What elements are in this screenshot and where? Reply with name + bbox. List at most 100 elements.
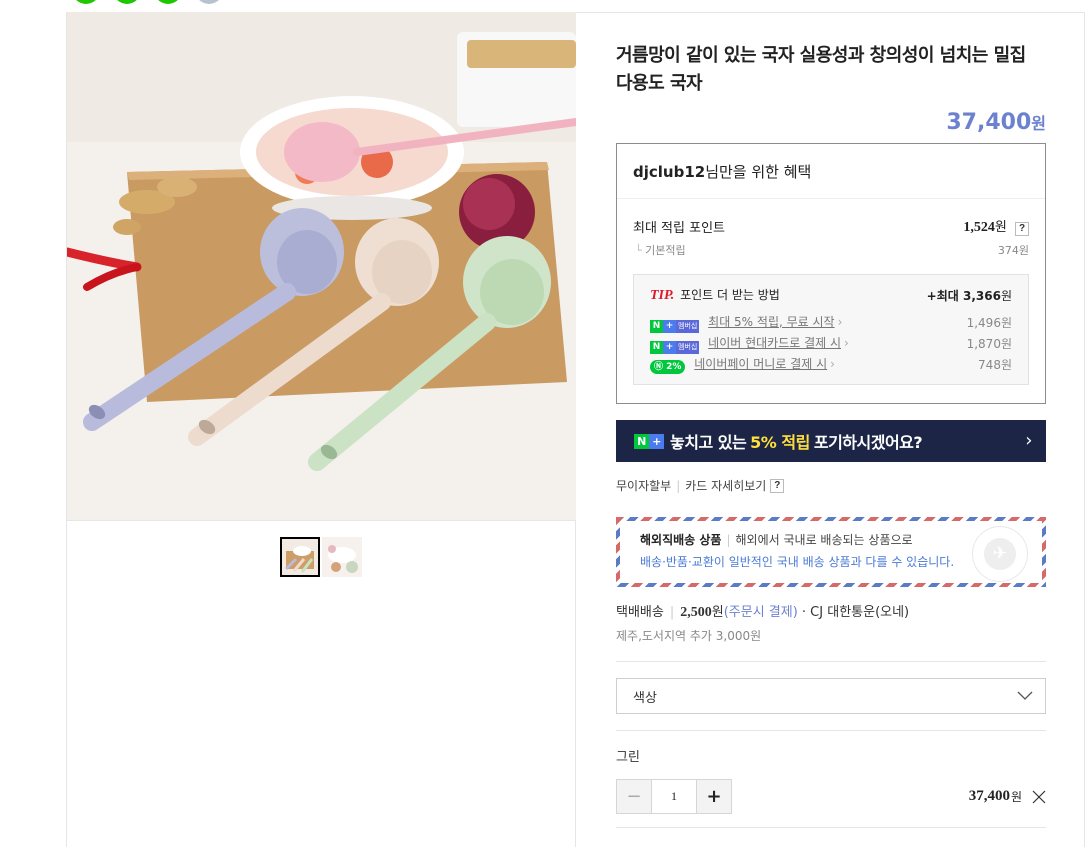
overseas-note: 배송·반품·교환이 일반적인 국내 배송 상품과 다를 수 있습니다.	[640, 555, 955, 569]
tip-text: 포인트 더 받는 방법	[680, 288, 780, 302]
tip-title-group: TIP. 포인트 더 받는 방법	[650, 286, 780, 304]
divider: |	[669, 605, 675, 620]
tip-row-label[interactable]: 최대 5% 적립, 무료 시작	[708, 315, 842, 329]
benefit-username: djclub12	[633, 163, 706, 181]
card-help-icon[interactable]: ?	[770, 478, 785, 493]
benefit-header: djclub12님만을 위한 혜택	[617, 144, 1045, 199]
thumbnail-1[interactable]	[280, 537, 320, 577]
tip-max-unit: 원	[1000, 288, 1012, 303]
tab-dot[interactable]	[195, 0, 223, 4]
card-details-link[interactable]: 카드 자세히보기	[685, 477, 766, 494]
tip-row-left: Ⓝ 2% 네이버페이 머니로 결제 시	[650, 355, 835, 374]
max-points-value: 1,524	[963, 220, 995, 235]
divider	[616, 730, 1046, 731]
option-price-unit: 원	[1010, 790, 1022, 804]
airplane-icon: ✈	[984, 538, 1016, 570]
option-price-value: 37,400	[968, 788, 1010, 804]
tip-row-left: N + 멤버십 네이버 현대카드로 결제 시	[650, 334, 849, 354]
shipping-extra-fee: 제주,도서지역 추가 3,000원	[616, 629, 762, 643]
naver-plus-badge: N + 멤버십	[650, 340, 700, 354]
shipping-fee: 2,500	[680, 605, 712, 620]
shipping-pay-note: (주문시 결제)	[723, 605, 798, 620]
top-tab-indicators	[72, 0, 223, 4]
overseas-title-line: 해외직배송 상품 | 해외에서 국내로 배송되는 상품으로	[640, 531, 1022, 548]
quantity-input[interactable]: 1	[652, 780, 696, 813]
increase-quantity-button[interactable]: +	[696, 780, 731, 813]
naver-plus-badge: N + 멤버십	[650, 319, 700, 333]
tip-row-label[interactable]: 네이버 현대카드로 결제 시	[708, 336, 849, 350]
divider	[616, 827, 1046, 828]
base-points-value: 374원	[997, 244, 1029, 257]
tip-row-value: 1,496원	[966, 316, 1012, 330]
chevron-down-icon	[1017, 691, 1033, 700]
membership-badge-label: 멤버십	[676, 319, 700, 333]
banner-text-1: 놓치고 있는	[670, 433, 747, 452]
base-points-row: 기본적립 374원	[617, 236, 1045, 258]
naver-n-icon: N	[634, 433, 649, 449]
tab-dot[interactable]	[113, 0, 141, 4]
tip-max-prefix: +최대	[926, 288, 959, 303]
thumbnail-image	[282, 539, 318, 575]
banner-text-2: 포기하시겠어요?	[813, 433, 923, 452]
member-benefit-box: djclub12님만을 위한 혜택 최대 적립 포인트 1,524원 ? 기본적…	[616, 143, 1046, 404]
tip-row-value: 1,870원	[966, 337, 1012, 351]
tip-row-value: 748원	[978, 358, 1012, 372]
overseas-desc: 해외에서 국내로 배송되는 상품으로	[735, 533, 913, 547]
banner-highlight: 5% 적립	[750, 433, 810, 452]
selected-option-name: 그린	[616, 750, 640, 765]
tab-dot[interactable]	[154, 0, 182, 4]
shipping-method: 택배배송	[616, 605, 664, 620]
quantity-stepper: − 1 +	[616, 779, 732, 814]
shipping-fee-unit: 원	[711, 605, 724, 620]
thumbnail-2[interactable]	[322, 537, 362, 577]
ladles-photo	[67, 12, 576, 520]
decrease-quantity-button[interactable]: −	[617, 780, 652, 813]
card-info-row: 무이자할부 | 카드 자세히보기 ?	[616, 477, 1046, 494]
tab-dot[interactable]	[72, 0, 100, 4]
page-right-border	[1084, 12, 1085, 847]
color-option-select[interactable]: 색상	[616, 678, 1046, 714]
price-unit: 원	[1031, 114, 1046, 133]
shipping-courier: · CJ 대한통운(오네)	[801, 605, 910, 620]
price-value: 37,400	[946, 110, 1032, 135]
plus-icon: +	[663, 319, 676, 333]
product-price: 37,400원	[616, 110, 1046, 135]
shipping-info: 택배배송 | 2,500원(주문시 결제) · CJ 대한통운(오네)	[616, 601, 1046, 621]
chevron-right-icon: ›	[1025, 430, 1032, 451]
naver-n-icon: N	[650, 319, 663, 333]
divider: |	[676, 478, 681, 493]
option-line-price: 37,400 원	[969, 788, 1046, 805]
max-points-unit: 원	[994, 220, 1007, 235]
tip-max-group: +최대 3,366원	[927, 287, 1012, 304]
product-info-panel: 거름망이 같이 있는 국자 실용성과 창의성이 넘치는 밀집 다용도 국자 37…	[616, 12, 1046, 828]
tip-row-naverpay[interactable]: Ⓝ 2% 네이버페이 머니로 결제 시 748원	[650, 354, 1012, 375]
product-title: 거름망이 같이 있는 국자 실용성과 창의성이 넘치는 밀집 다용도 국자	[616, 45, 1026, 94]
benefit-header-text: 님만을 위한 혜택	[705, 163, 812, 181]
divider	[616, 661, 1046, 662]
tip-row-label[interactable]: 네이버페이 머니로 결제 시	[694, 357, 835, 371]
installment-link[interactable]: 무이자할부	[616, 477, 671, 494]
points-help-icon[interactable]: ?	[1015, 222, 1029, 236]
tip-word: TIP.	[650, 288, 675, 303]
membership-badge-label: 멤버십	[676, 340, 700, 354]
product-image-panel	[66, 12, 576, 847]
airmail-stamp-icon: ✈	[972, 526, 1028, 582]
plus-icon: +	[649, 433, 664, 449]
tip-header: TIP. 포인트 더 받는 방법 +최대 3,366원	[650, 286, 1012, 304]
max-points-value-group: 1,524원 ?	[963, 216, 1029, 236]
product-main-image[interactable]	[67, 12, 576, 521]
plus-icon: +	[663, 340, 676, 354]
thumbnail-strip	[280, 537, 362, 577]
remove-option-close-icon[interactable]	[1032, 790, 1046, 804]
overseas-shipping-notice: 해외직배송 상품 | 해외에서 국내로 배송되는 상품으로 배송·반품·교환이 일반…	[616, 517, 1046, 587]
tip-row-left: N + 멤버십 최대 5% 적립, 무료 시작	[650, 313, 842, 333]
tip-max-value: 3,366	[962, 288, 1001, 303]
membership-promo-banner[interactable]: N + 놓치고 있는 5% 적립 포기하시겠어요? ›	[616, 420, 1046, 462]
tip-row-membership[interactable]: N+멤버십 최대 5% 적립, 무료 시작 1,496원	[650, 312, 1012, 333]
tip-row-hyundai-card[interactable]: N+멤버십 네이버 현대카드로 결제 시 1,870원	[650, 333, 1012, 354]
max-points-label: 최대 적립 포인트	[633, 220, 725, 236]
max-points-row: 최대 적립 포인트 1,524원 ?	[617, 199, 1045, 236]
naverpay-badge: Ⓝ 2%	[650, 360, 686, 374]
overseas-notice-body: 해외직배송 상품 | 해외에서 국내로 배송되는 상품으로 배송·반품·교환이 일반…	[620, 521, 1042, 583]
thumbnail-image	[322, 537, 362, 577]
